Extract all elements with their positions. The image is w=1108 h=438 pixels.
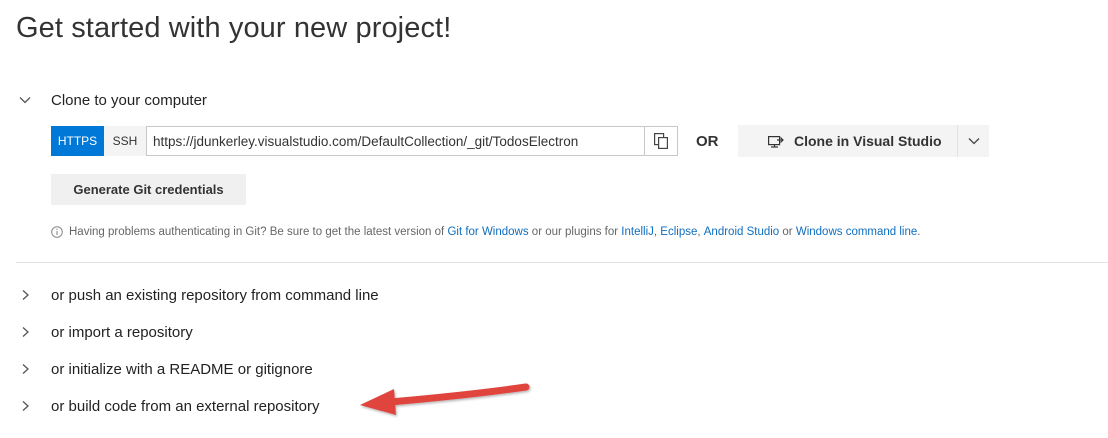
chevron-down-icon[interactable]	[16, 91, 34, 109]
build-external-repo-label[interactable]: or build code from an external repositor…	[51, 398, 319, 415]
chevron-down-icon	[968, 137, 980, 145]
help-text-segment: or	[779, 226, 796, 238]
section-divider	[16, 262, 1108, 263]
chevron-right-icon[interactable]	[16, 397, 34, 415]
clone-in-visual-studio-button[interactable]: Clone in Visual Studio	[738, 125, 957, 157]
import-repo-section[interactable]: or import a repository	[16, 323, 193, 341]
clone-options-dropdown[interactable]	[957, 125, 989, 157]
ssh-toggle[interactable]: SSH	[104, 126, 146, 156]
chevron-right-icon[interactable]	[16, 360, 34, 378]
push-existing-repo-section[interactable]: or push an existing repository from comm…	[16, 286, 379, 304]
initialize-readme-section[interactable]: or initialize with a README or gitignore	[16, 360, 313, 378]
https-toggle[interactable]: HTTPS	[51, 126, 104, 156]
copy-icon	[654, 133, 668, 149]
clone-section-header[interactable]: Clone to your computer	[16, 91, 207, 109]
help-text-segment: .	[917, 226, 921, 238]
info-icon	[51, 226, 63, 238]
clone-url-input[interactable]	[146, 126, 645, 156]
or-separator: OR	[696, 133, 719, 150]
copy-url-button[interactable]	[644, 126, 678, 156]
help-text-segment: Having problems authenticating in Git? B…	[69, 226, 448, 238]
intellij-link[interactable]: IntelliJ	[621, 226, 654, 238]
clone-section-label[interactable]: Clone to your computer	[51, 92, 207, 109]
import-repo-label[interactable]: or import a repository	[51, 324, 193, 341]
push-existing-repo-label[interactable]: or push an existing repository from comm…	[51, 287, 379, 304]
git-for-windows-link[interactable]: Git for Windows	[447, 226, 528, 238]
initialize-readme-label[interactable]: or initialize with a README or gitignore	[51, 361, 313, 378]
help-text-segment: or our plugins for	[528, 226, 622, 238]
windows-command-line-link[interactable]: Windows command line	[796, 226, 917, 238]
annotation-arrow	[360, 383, 530, 415]
android-studio-link[interactable]: Android Studio	[704, 226, 779, 238]
chevron-right-icon[interactable]	[16, 286, 34, 304]
clone-vs-icon	[768, 134, 784, 148]
clone-vs-label: Clone in Visual Studio	[794, 133, 942, 149]
auth-help-text: Having problems authenticating in Git? B…	[51, 226, 920, 238]
eclipse-link[interactable]: Eclipse	[660, 226, 697, 238]
page-title: Get started with your new project!	[16, 12, 452, 44]
generate-git-credentials-button[interactable]: Generate Git credentials	[51, 174, 246, 205]
chevron-right-icon[interactable]	[16, 323, 34, 341]
build-external-repo-section[interactable]: or build code from an external repositor…	[16, 397, 319, 415]
